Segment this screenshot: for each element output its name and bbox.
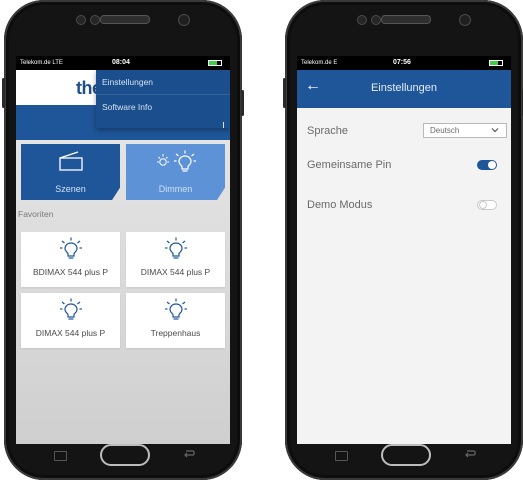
home-button[interactable] xyxy=(100,444,150,466)
language-select[interactable]: Deutsch xyxy=(423,123,507,138)
language-value: Deutsch xyxy=(430,126,460,135)
section-heading: Favoriten xyxy=(18,209,54,219)
menu-item-software-info[interactable]: Software Info xyxy=(96,95,230,119)
status-bar: Telekom.de LTE 08:04 xyxy=(16,56,230,70)
language-label: Sprache xyxy=(307,125,348,137)
clock: 08:04 xyxy=(112,59,130,66)
sensor-icon xyxy=(90,15,100,25)
tile-label: Dimmen xyxy=(158,184,193,194)
tile-szenen[interactable]: Szenen xyxy=(21,144,120,200)
bulb-dim-icon xyxy=(173,150,196,172)
favorite-label: BDIMAX 544 plus P xyxy=(32,267,109,277)
demo-mode-toggle[interactable] xyxy=(477,200,497,210)
sensor-icon xyxy=(357,15,367,25)
back-key-icon[interactable] xyxy=(182,449,196,459)
carrier-label: Telekom.de LTE xyxy=(20,60,63,66)
shared-pin-label: Gemeinsame Pin xyxy=(307,159,392,171)
status-bar: Telekom.de E 07:56 xyxy=(297,56,511,70)
favorite-tile[interactable]: BDIMAX 544 plus P xyxy=(21,232,120,287)
favorite-tile[interactable]: Treppenhaus xyxy=(126,293,225,348)
favorite-tile[interactable]: DIMAX 544 plus P xyxy=(21,293,120,348)
bulb-icon xyxy=(21,237,120,261)
screen: Telekom.de LTE 08:04 the Einstellungen S… xyxy=(16,56,230,444)
volume-button xyxy=(283,78,286,108)
scene-icon xyxy=(21,150,120,172)
favorite-tile[interactable]: DIMAX 544 plus P xyxy=(126,232,225,287)
favorite-label: DIMAX 544 plus P xyxy=(140,267,211,277)
menu-item-settings[interactable]: Einstellungen xyxy=(96,70,230,95)
phone-left: Telekom.de LTE 08:04 the Einstellungen S… xyxy=(2,0,244,480)
tile-label: Szenen xyxy=(55,184,86,194)
favorite-label: Treppenhaus xyxy=(150,328,201,338)
tile-dimmen[interactable]: Dimmen xyxy=(126,144,225,200)
demo-mode-label: Demo Modus xyxy=(307,199,373,211)
clock: 07:56 xyxy=(393,59,411,66)
speaker-grille xyxy=(381,15,431,24)
bulb-icon xyxy=(21,298,120,322)
sensor-icon xyxy=(76,15,86,25)
recent-apps-icon[interactable] xyxy=(54,451,67,461)
menu-edge-mark xyxy=(223,122,224,128)
bulb-small-icon xyxy=(156,154,169,166)
bulb-icon xyxy=(126,237,225,261)
front-camera-icon xyxy=(459,14,471,26)
volume-button xyxy=(2,78,5,108)
home-button[interactable] xyxy=(381,444,431,466)
phone-right: Telekom.de E 07:56 ← Einstellungen Sprac… xyxy=(283,0,523,480)
page-title: Einstellungen xyxy=(370,82,438,94)
screen: Telekom.de E 07:56 ← Einstellungen Sprac… xyxy=(297,56,511,444)
shared-pin-toggle[interactable] xyxy=(477,160,497,170)
chevron-down-icon xyxy=(491,128,499,133)
app-header: ← Einstellungen xyxy=(297,70,511,108)
overflow-menu: Einstellungen Software Info xyxy=(96,70,230,128)
recent-apps-icon[interactable] xyxy=(335,451,348,461)
speaker-grille xyxy=(100,15,150,24)
battery-icon xyxy=(489,60,503,66)
favorite-label: DIMAX 544 plus P xyxy=(35,328,106,338)
power-button xyxy=(241,90,244,116)
carrier-label: Telekom.de E xyxy=(301,60,338,66)
bulb-icon xyxy=(126,298,225,322)
battery-icon xyxy=(208,60,222,66)
back-key-icon[interactable] xyxy=(463,449,477,459)
sensor-icon xyxy=(371,15,381,25)
front-camera-icon xyxy=(178,14,190,26)
